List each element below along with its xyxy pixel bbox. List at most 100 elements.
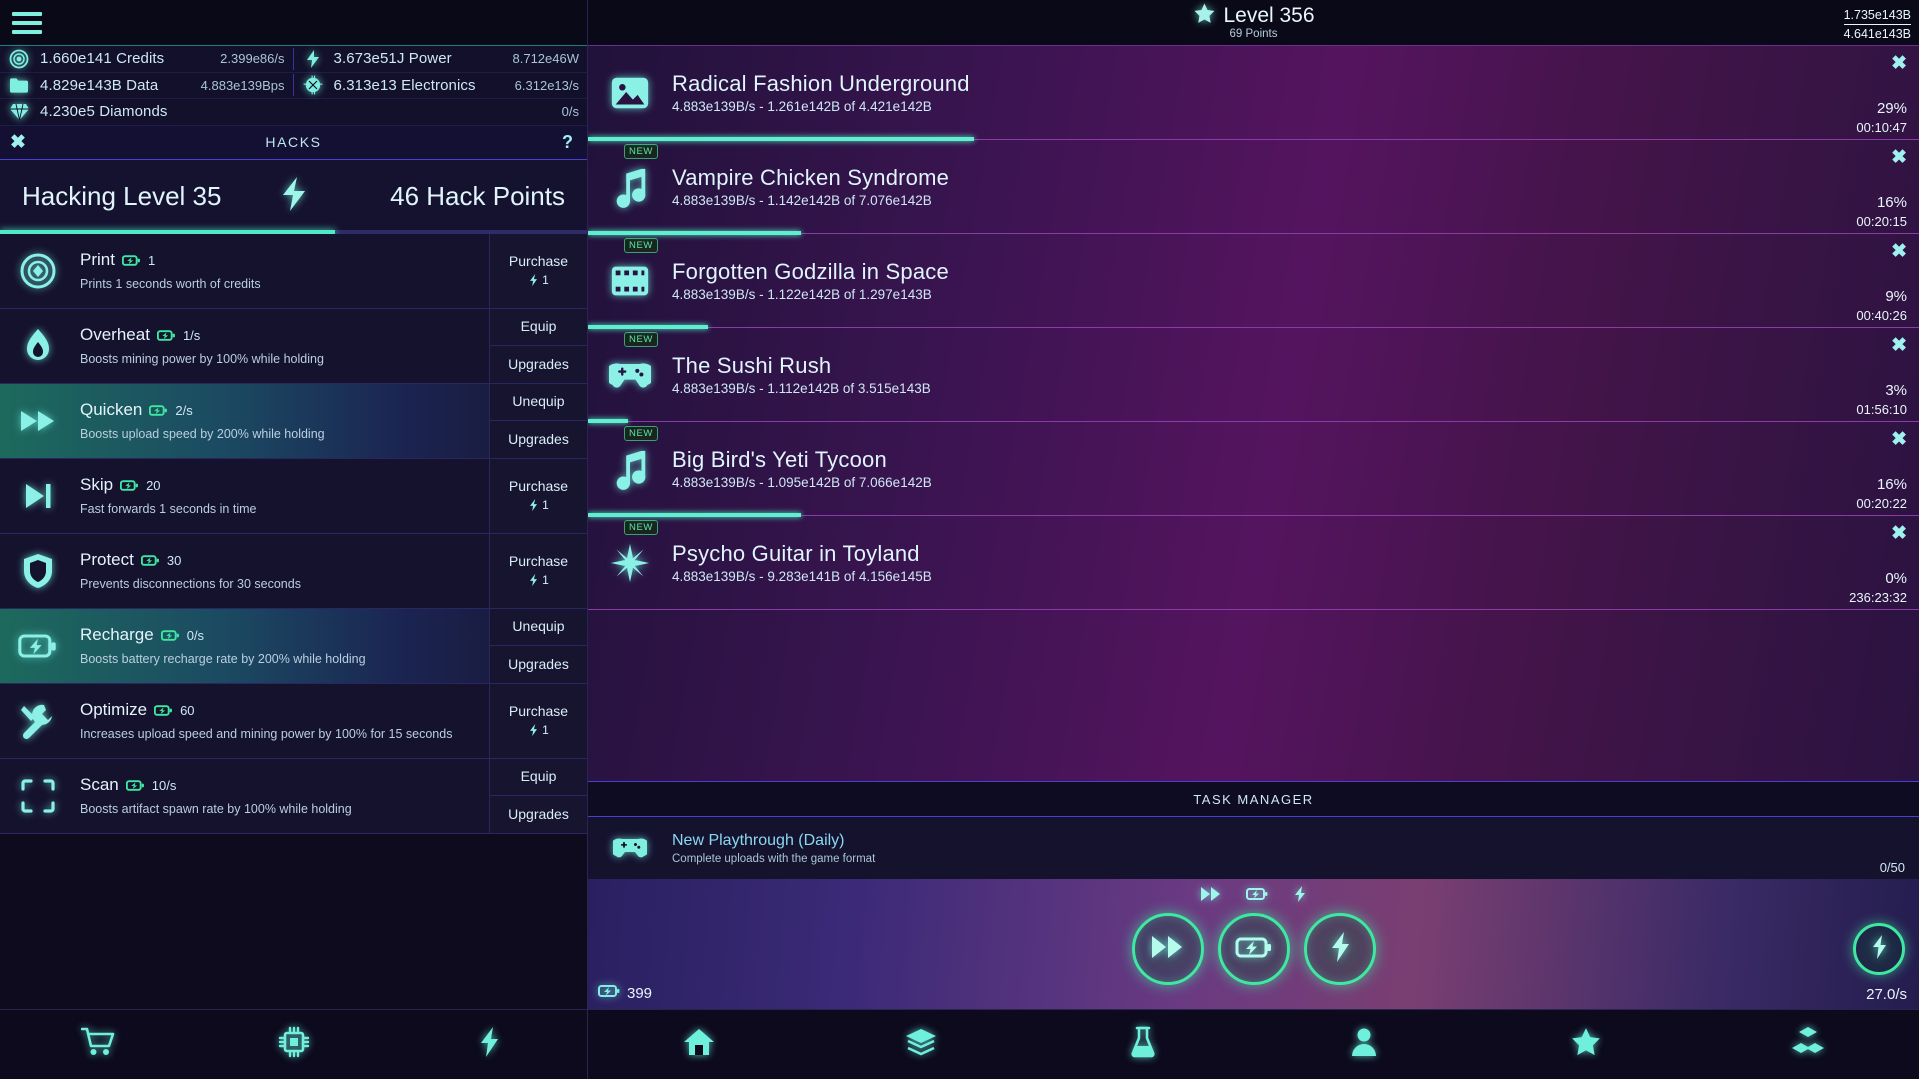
close-icon[interactable]: ✖ xyxy=(1891,336,1907,355)
nav-home[interactable] xyxy=(588,1010,810,1079)
hack-action-buttons: Purchase 1 xyxy=(489,459,587,533)
resource-diamonds[interactable]: 4.230e5 Diamonds 0/s xyxy=(0,101,587,123)
chip-icon xyxy=(278,1026,310,1063)
task-item[interactable]: New Playthrough (Daily) Complete uploads… xyxy=(588,817,1919,879)
hack-item-protect[interactable]: Protect30Prevents disconnections for 30 … xyxy=(0,534,587,609)
new-badge: NEW xyxy=(624,426,658,441)
hack-list[interactable]: Print1Prints 1 seconds worth of creditsP… xyxy=(0,234,587,1010)
upload-item[interactable]: NEWVampire Chicken Syndrome4.883e139B/s … xyxy=(588,140,1919,234)
nav-chip[interactable] xyxy=(196,1010,392,1079)
upload-item[interactable]: NEWPsycho Guitar in Toyland4.883e139B/s … xyxy=(588,516,1919,610)
hack-cost: 10/s xyxy=(152,778,177,793)
nav-achievements[interactable] xyxy=(1475,1010,1697,1079)
upload-item[interactable]: NEW Big Bird's Yeti Tycoon4.883e139B/s - … xyxy=(588,422,1919,516)
upload-info: Big Bird's Yeti Tycoon4.883e139B/s - 1.0… xyxy=(672,447,1719,490)
upload-eta: 00:40:26 xyxy=(1856,308,1907,323)
resource-power[interactable]: 3.673e51J Power 8.712e46W xyxy=(294,48,588,70)
electronics-rate: 6.312e13/s xyxy=(515,78,587,93)
protect-shield-icon xyxy=(0,534,76,608)
upload-info: Vampire Chicken Syndrome4.883e139B/s - 1… xyxy=(672,165,1719,208)
upload-item[interactable]: Radical Fashion Underground4.883e139B/s … xyxy=(588,46,1919,140)
close-icon[interactable]: ✖ xyxy=(1891,242,1907,261)
hack-upgrades-button[interactable]: Upgrades xyxy=(490,421,587,458)
hamburger-icon[interactable] xyxy=(12,12,42,34)
nav-profile[interactable] xyxy=(1253,1010,1475,1079)
hack-description: Boosts upload speed by 200% while holdin… xyxy=(80,427,489,441)
resource-grid: 1.660e141 Credits 2.399e86/s 3.673e51J P… xyxy=(0,46,587,126)
hack-upgrades-button[interactable]: Upgrades xyxy=(490,646,587,683)
upload-percent: 16% xyxy=(1877,194,1907,211)
hack-item-quicken[interactable]: Quicken2/sBoosts upload speed by 200% wh… xyxy=(0,384,587,459)
hack-equip-button[interactable]: Equip xyxy=(490,309,587,347)
hack-upgrades-button[interactable]: Upgrades xyxy=(490,796,587,833)
button-label: Purchase xyxy=(509,478,568,496)
hack-action-buttons: Unequip Upgrades xyxy=(489,609,587,683)
help-icon[interactable]: ? xyxy=(562,132,573,153)
recharge-orb-button[interactable] xyxy=(1218,913,1290,985)
hack-purchase-button[interactable]: Purchase 1 xyxy=(490,459,587,533)
close-icon[interactable]: ✖ xyxy=(1891,524,1907,543)
nav-uploads[interactable] xyxy=(810,1010,1032,1079)
upload-totals: 1.735e143B 4.641e143B xyxy=(1844,4,1911,42)
boost-corner-button[interactable] xyxy=(1853,923,1905,975)
hack-unequip-button[interactable]: Unequip xyxy=(490,609,587,647)
upload-list[interactable]: Radical Fashion Underground4.883e139B/s … xyxy=(588,46,1919,781)
hack-unequip-button[interactable]: Unequip xyxy=(490,384,587,422)
resource-data[interactable]: 4.829e143B Data 4.883e139Bps xyxy=(0,74,294,96)
hack-equip-button[interactable]: Equip xyxy=(490,759,587,797)
task-text: New Playthrough (Daily) Complete uploads… xyxy=(672,832,875,865)
upload-meta: ✖29%00:10:47 xyxy=(1719,46,1919,139)
upload-total-max: 4.641e143B xyxy=(1844,26,1911,43)
nav-shop[interactable] xyxy=(0,1010,196,1079)
power-orb-button[interactable] xyxy=(1304,913,1376,985)
hack-action-buttons: Equip Upgrades xyxy=(489,759,587,833)
upload-item[interactable]: NEWThe Sushi Rush4.883e139B/s - 1.112e14… xyxy=(588,328,1919,422)
film-clapper-icon xyxy=(588,260,672,302)
upload-name: Vampire Chicken Syndrome xyxy=(672,165,1719,191)
bolt-icon xyxy=(476,1025,502,1064)
hack-purchase-button[interactable]: Purchase1 xyxy=(490,534,587,608)
close-icon[interactable]: ✖ xyxy=(1891,148,1907,167)
hack-description: Fast forwards 1 seconds in time xyxy=(80,502,489,516)
button-label: Unequip xyxy=(512,618,564,636)
hack-item-print[interactable]: Print1Prints 1 seconds worth of creditsP… xyxy=(0,234,587,309)
nav-research[interactable] xyxy=(1032,1010,1254,1079)
upload-item[interactable]: NEWForgotten Godzilla in Space4.883e139B… xyxy=(588,234,1919,328)
upload-meta: ✖3%01:56:10 xyxy=(1719,328,1919,421)
close-icon[interactable]: ✖ xyxy=(1891,54,1907,73)
hack-item-skip[interactable]: Skip20Fast forwards 1 seconds in timePur… xyxy=(0,459,587,534)
resource-credits[interactable]: 1.660e141 Credits 2.399e86/s xyxy=(0,48,294,70)
resource-row: 4.829e143B Data 4.883e139Bps 6.313e13 El… xyxy=(0,73,587,100)
task-progress: 0/50 xyxy=(1880,860,1905,875)
diamonds-rate: 0/s xyxy=(562,104,587,119)
close-icon[interactable]: ✖ xyxy=(1891,430,1907,449)
nav-power[interactable] xyxy=(391,1010,587,1079)
hack-description: Boosts artifact spawn rate by 100% while… xyxy=(80,802,489,816)
skip-next-icon xyxy=(0,459,76,533)
quicken-orb-button[interactable] xyxy=(1132,913,1204,985)
hack-upgrades-button[interactable]: Upgrades xyxy=(490,346,587,383)
button-label: Upgrades xyxy=(508,356,569,374)
nav-assets[interactable] xyxy=(1697,1010,1919,1079)
resource-electronics[interactable]: 6.313e13 Electronics 6.312e13/s xyxy=(294,74,588,96)
hack-item-recharge[interactable]: Recharge0/sBoosts battery recharge rate … xyxy=(0,609,587,684)
hack-info: Skip20Fast forwards 1 seconds in time xyxy=(76,459,489,533)
hack-purchase-button[interactable]: Purchase1 xyxy=(490,234,587,308)
hack-name: Scan xyxy=(80,775,119,795)
hack-purchase-button[interactable]: Purchase1 xyxy=(490,684,587,758)
battery-cost-icon xyxy=(157,329,176,342)
print-target-icon xyxy=(0,234,76,308)
close-icon[interactable]: ✖ xyxy=(10,133,26,152)
hack-action-buttons: UnequipUpgrades xyxy=(489,384,587,458)
hack-item-overheat[interactable]: Overheat1/sBoosts mining power by 100% w… xyxy=(0,309,587,384)
button-label: Purchase xyxy=(509,553,568,571)
button-cost: 1 xyxy=(528,498,549,513)
hack-item-scan[interactable]: Scan 10/s Boosts artifact spawn rate by 10… xyxy=(0,759,587,834)
hack-cost: 0/s xyxy=(187,628,204,643)
hack-item-optimize[interactable]: Optimize60Increases upload speed and min… xyxy=(0,684,587,759)
button-label: Equip xyxy=(521,768,557,786)
bottom-nav xyxy=(0,1009,1919,1079)
upload-percent: 16% xyxy=(1877,476,1907,493)
upload-percent: 29% xyxy=(1877,100,1907,117)
battery-cost-icon xyxy=(149,404,168,417)
